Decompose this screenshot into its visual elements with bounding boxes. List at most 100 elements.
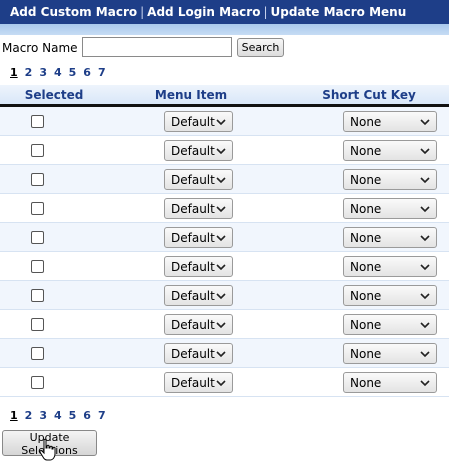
menu-item-select[interactable]: Default	[164, 140, 233, 161]
short-cut-key-select[interactable]: None	[343, 343, 437, 364]
row-select-checkbox[interactable]	[31, 318, 44, 331]
macro-name-input[interactable]	[82, 37, 232, 57]
menu-item-select[interactable]: Default	[164, 343, 233, 364]
header-menu-item[interactable]: Menu Item	[111, 88, 271, 102]
search-row: Macro Name	[2, 37, 78, 59]
header-selected[interactable]: Selected	[0, 88, 108, 102]
menu-item-value: Default	[171, 172, 215, 187]
page-link-1[interactable]: 1	[10, 66, 18, 79]
menu-item-select[interactable]: Default	[164, 169, 233, 190]
nav-separator: |	[140, 5, 145, 19]
page-link-3[interactable]: 3	[39, 409, 47, 422]
short-cut-key-value: None	[350, 201, 382, 216]
row-select-checkbox[interactable]	[31, 115, 44, 128]
chevron-down-icon	[216, 206, 226, 213]
menu-item-select[interactable]: Default	[164, 285, 233, 306]
macro-grid: Selected Menu Item Short Cut Key Default…	[0, 85, 449, 397]
row-select-checkbox[interactable]	[31, 173, 44, 186]
chevron-down-icon	[420, 206, 430, 213]
pagination-top: 1234567	[10, 66, 106, 79]
update-macro-menu-link[interactable]: Update Macro Menu	[271, 5, 407, 19]
page-link-6[interactable]: 6	[83, 66, 91, 79]
short-cut-key-select[interactable]: None	[343, 227, 437, 248]
table-row: Default None	[0, 165, 449, 194]
chevron-down-icon	[420, 351, 430, 358]
menu-item-select[interactable]: Default	[164, 227, 233, 248]
page-link-4[interactable]: 4	[54, 66, 62, 79]
short-cut-key-value: None	[350, 375, 382, 390]
short-cut-key-select[interactable]: None	[343, 169, 437, 190]
chevron-down-icon	[420, 119, 430, 126]
short-cut-key-select[interactable]: None	[343, 285, 437, 306]
menu-item-value: Default	[171, 346, 215, 361]
short-cut-key-select[interactable]: None	[343, 256, 437, 277]
pagination-bottom: 1234567	[10, 409, 106, 422]
menu-item-select[interactable]: Default	[164, 256, 233, 277]
page-link-3[interactable]: 3	[39, 66, 47, 79]
row-select-checkbox[interactable]	[31, 347, 44, 360]
row-select-checkbox[interactable]	[31, 202, 44, 215]
chevron-down-icon	[216, 351, 226, 358]
short-cut-key-select[interactable]: None	[343, 111, 437, 132]
short-cut-key-select[interactable]: None	[343, 314, 437, 335]
add-custom-macro-link[interactable]: Add Custom Macro	[10, 5, 137, 19]
menu-item-value: Default	[171, 288, 215, 303]
page-link-4[interactable]: 4	[54, 409, 62, 422]
header-band	[0, 24, 449, 35]
chevron-down-icon	[216, 235, 226, 242]
chevron-down-icon	[420, 380, 430, 387]
page-link-2[interactable]: 2	[25, 66, 33, 79]
short-cut-key-select[interactable]: None	[343, 140, 437, 161]
header-short-cut-key[interactable]: Short Cut Key	[271, 88, 449, 102]
page-link-5[interactable]: 5	[69, 409, 77, 422]
menu-item-select[interactable]: Default	[164, 111, 233, 132]
table-row: Default None	[0, 339, 449, 368]
page-link-1[interactable]: 1	[10, 409, 18, 422]
search-button[interactable]: Search	[237, 38, 284, 57]
table-row: Default None	[0, 310, 449, 339]
page-link-7[interactable]: 7	[98, 66, 106, 79]
menu-item-value: Default	[171, 114, 215, 129]
table-row: Default None	[0, 368, 449, 397]
row-select-checkbox[interactable]	[31, 260, 44, 273]
chevron-down-icon	[420, 264, 430, 271]
menu-item-value: Default	[171, 230, 215, 245]
row-select-checkbox[interactable]	[31, 144, 44, 157]
add-login-macro-link[interactable]: Add Login Macro	[147, 5, 260, 19]
chevron-down-icon	[420, 293, 430, 300]
chevron-down-icon	[216, 293, 226, 300]
chevron-down-icon	[420, 235, 430, 242]
chevron-down-icon	[420, 148, 430, 155]
page-link-2[interactable]: 2	[25, 409, 33, 422]
page-link-7[interactable]: 7	[98, 409, 106, 422]
menu-item-select[interactable]: Default	[164, 314, 233, 335]
row-select-checkbox[interactable]	[31, 376, 44, 389]
chevron-down-icon	[216, 148, 226, 155]
short-cut-key-value: None	[350, 288, 382, 303]
chevron-down-icon	[420, 177, 430, 184]
short-cut-key-value: None	[350, 259, 382, 274]
menu-item-value: Default	[171, 143, 215, 158]
page-link-5[interactable]: 5	[69, 66, 77, 79]
short-cut-key-value: None	[350, 230, 382, 245]
menu-item-value: Default	[171, 317, 215, 332]
short-cut-key-select[interactable]: None	[343, 372, 437, 393]
page-link-6[interactable]: 6	[83, 409, 91, 422]
menu-item-value: Default	[171, 201, 215, 216]
chevron-down-icon	[216, 322, 226, 329]
top-navigation: Add Custom Macro | Add Login Macro | Upd…	[0, 0, 449, 24]
chevron-down-icon	[420, 322, 430, 329]
chevron-down-icon	[216, 264, 226, 271]
menu-item-select[interactable]: Default	[164, 372, 233, 393]
short-cut-key-value: None	[350, 346, 382, 361]
table-row: Default None	[0, 136, 449, 165]
table-row: Default None	[0, 281, 449, 310]
chevron-down-icon	[216, 380, 226, 387]
row-select-checkbox[interactable]	[31, 231, 44, 244]
short-cut-key-select[interactable]: None	[343, 198, 437, 219]
short-cut-key-value: None	[350, 143, 382, 158]
menu-item-select[interactable]: Default	[164, 198, 233, 219]
row-select-checkbox[interactable]	[31, 289, 44, 302]
grid-body: Default None Default None Default None Default…	[0, 107, 449, 397]
menu-item-value: Default	[171, 259, 215, 274]
